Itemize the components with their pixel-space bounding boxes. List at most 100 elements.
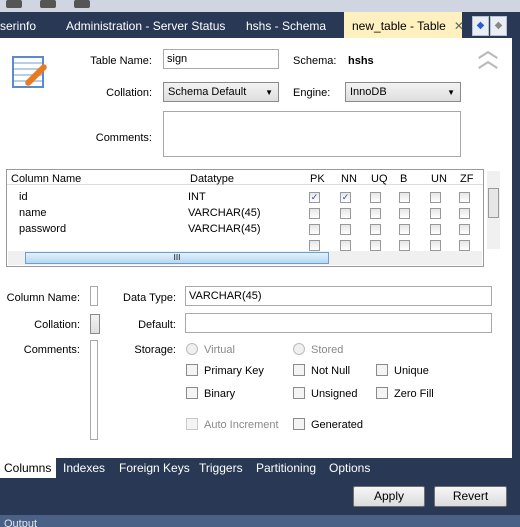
stored-radio[interactable]	[293, 343, 305, 355]
output-panel-header[interactable]: Output	[0, 515, 520, 527]
generated-checkbox[interactable]	[293, 418, 305, 430]
header-un[interactable]: UN	[431, 173, 447, 185]
tab-label: new_table - Table	[352, 19, 446, 33]
comments-textarea[interactable]	[163, 111, 461, 157]
header-zf[interactable]: ZF	[460, 173, 473, 185]
cell-column-name[interactable]: id	[19, 191, 28, 203]
flag-checkbox-pk[interactable]	[309, 224, 320, 235]
primary-key-label: Primary Key	[204, 365, 264, 377]
flag-checkbox-zf[interactable]	[459, 192, 470, 203]
flag-checkbox-uq[interactable]	[370, 224, 381, 235]
cell-column-name[interactable]: name	[19, 207, 47, 219]
flag-checkbox-zf[interactable]	[459, 224, 470, 235]
flag-checkbox-un[interactable]	[430, 208, 441, 219]
flag-checkbox-un[interactable]	[430, 224, 441, 235]
cell-column-name[interactable]: password	[19, 223, 66, 235]
flag-checkbox-uq[interactable]	[370, 192, 381, 203]
flag-checkbox-un[interactable]	[430, 240, 441, 251]
flag-checkbox-nn[interactable]	[340, 224, 351, 235]
collation-select[interactable]: Schema Default ▼	[163, 82, 279, 102]
flag-checkbox-pk[interactable]	[309, 240, 320, 251]
tab-columns[interactable]: Columns	[0, 458, 56, 478]
default-label: Default:	[138, 319, 176, 331]
tab-options[interactable]: Options	[325, 458, 374, 478]
flag-checkbox-uq[interactable]	[370, 208, 381, 219]
unsigned-label: Unsigned	[311, 388, 358, 400]
reconnect-icon[interactable]	[74, 0, 90, 8]
unique-label: Unique	[394, 365, 429, 377]
horizontal-scroll-thumb[interactable]: III	[25, 252, 329, 264]
column-collation-select[interactable]	[90, 314, 100, 334]
virtual-radio[interactable]	[186, 343, 198, 355]
flag-checkbox-b[interactable]	[399, 240, 410, 251]
cell-datatype[interactable]: VARCHAR(45)	[188, 223, 261, 235]
schema-value: hshs	[348, 55, 374, 67]
tab-left-arrow-icon[interactable]: ◆	[472, 16, 489, 36]
cell-datatype[interactable]: INT	[188, 191, 206, 203]
tab-schema[interactable]: hshs - Schema	[246, 12, 326, 38]
tab-new-table[interactable]: new_table - Table ✕	[344, 12, 464, 38]
zero-fill-label: Zero Fill	[394, 388, 434, 400]
header-datatype[interactable]: Datatype	[190, 173, 234, 185]
header-column-name[interactable]: Column Name	[11, 173, 81, 185]
header-b[interactable]: B	[400, 173, 407, 185]
flag-checkbox-un[interactable]	[430, 192, 441, 203]
tab-foreign-keys[interactable]: Foreign Keys	[115, 458, 194, 478]
collation-label: Collation:	[106, 87, 152, 99]
virtual-label: Virtual	[204, 344, 235, 356]
revert-button[interactable]: Revert	[434, 486, 507, 507]
flag-checkbox-zf[interactable]	[459, 208, 470, 219]
generated-label: Generated	[311, 419, 363, 431]
auto-increment-label: Auto Increment	[204, 419, 279, 431]
flag-checkbox-pk[interactable]	[309, 208, 320, 219]
engine-value: InnoDB	[350, 86, 387, 98]
flag-checkbox-nn[interactable]: ✓	[340, 192, 351, 203]
engine-label: Engine:	[293, 87, 331, 99]
not-null-checkbox[interactable]	[293, 364, 305, 376]
tab-right-arrow-icon[interactable]: ◆	[490, 16, 507, 36]
table-name-input[interactable]: sign	[163, 49, 279, 69]
header-nn[interactable]: NN	[341, 173, 357, 185]
primary-key-checkbox[interactable]	[186, 364, 198, 376]
chevron-down-icon: ▼	[447, 88, 455, 97]
flag-checkbox-pk[interactable]: ✓	[309, 192, 320, 203]
cell-datatype[interactable]: VARCHAR(45)	[188, 207, 261, 219]
collapse-icon[interactable]: ︿ ︿	[478, 41, 498, 71]
zero-fill-checkbox[interactable]	[376, 387, 388, 399]
header-pk[interactable]: PK	[310, 173, 325, 185]
unsigned-checkbox[interactable]	[293, 387, 305, 399]
auto-increment-checkbox[interactable]	[186, 418, 198, 430]
tab-triggers[interactable]: Triggers	[195, 458, 247, 478]
close-icon[interactable]: ✕	[454, 19, 464, 33]
vertical-scroll-thumb[interactable]	[488, 188, 499, 218]
tab-userinfo[interactable]: serinfo	[0, 12, 36, 38]
add-connection-icon[interactable]	[6, 0, 22, 8]
unique-checkbox[interactable]	[376, 364, 388, 376]
flag-checkbox-b[interactable]	[399, 208, 410, 219]
data-type-input[interactable]: VARCHAR(45)	[185, 286, 492, 306]
tab-server-status[interactable]: Administration - Server Status	[66, 12, 225, 38]
not-null-label: Not Null	[311, 365, 351, 377]
inspect-icon[interactable]	[40, 0, 56, 8]
flag-checkbox-b[interactable]	[399, 224, 410, 235]
schema-label: Schema:	[293, 55, 337, 67]
binary-label: Binary	[204, 388, 236, 400]
tab-indexes[interactable]: Indexes	[59, 458, 109, 478]
binary-checkbox[interactable]	[186, 387, 198, 399]
flag-checkbox-nn[interactable]	[340, 208, 351, 219]
flag-checkbox-b[interactable]	[399, 192, 410, 203]
column-name-input[interactable]	[90, 286, 98, 306]
apply-button[interactable]: Apply	[353, 486, 425, 507]
collation-value: Schema Default	[168, 86, 247, 98]
column-comments-textarea[interactable]	[90, 340, 98, 440]
flag-checkbox-zf[interactable]	[459, 240, 470, 251]
table-name-label: Table Name:	[90, 55, 152, 67]
flag-checkbox-nn[interactable]	[340, 240, 351, 251]
column-name-label: Column Name:	[6, 292, 80, 304]
data-type-label: Data Type:	[123, 292, 176, 304]
flag-checkbox-uq[interactable]	[370, 240, 381, 251]
header-uq[interactable]: UQ	[371, 173, 388, 185]
default-input[interactable]	[185, 313, 492, 333]
engine-select[interactable]: InnoDB ▼	[345, 82, 461, 102]
tab-partitioning[interactable]: Partitioning	[252, 458, 320, 478]
